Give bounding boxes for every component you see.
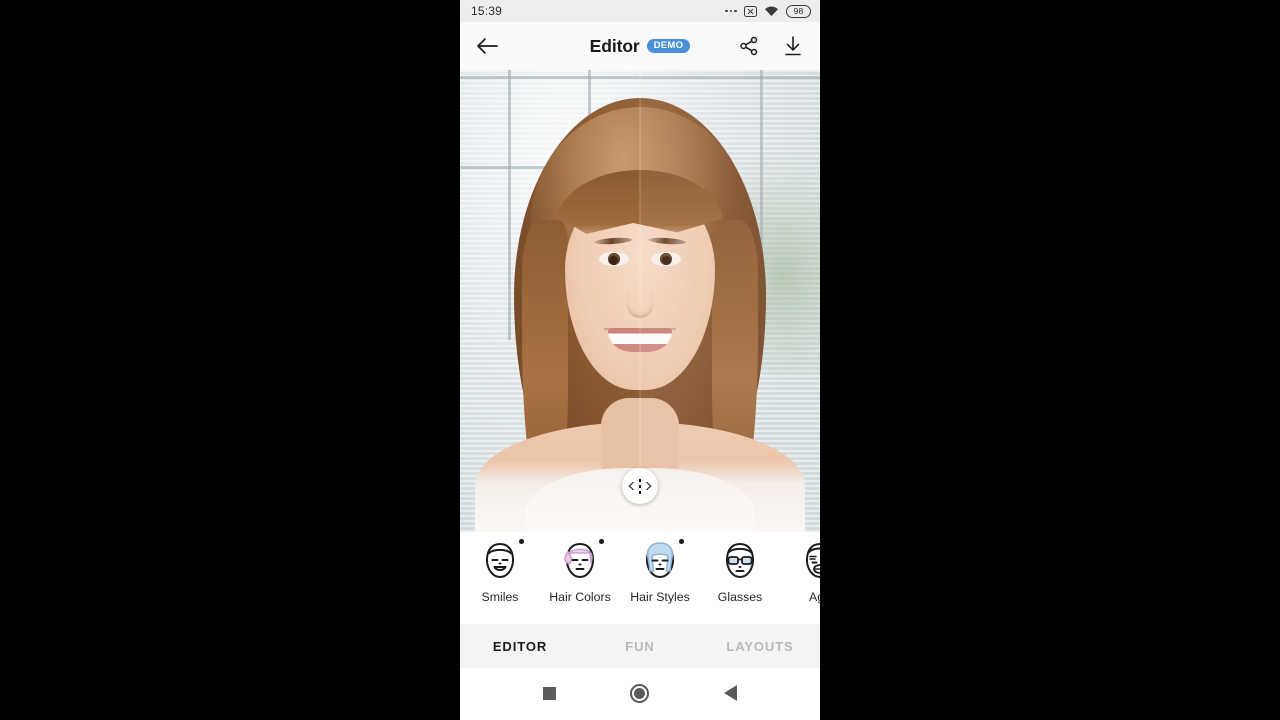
phone-viewport: 15:39 98 Editor DEMO Smiles Hair Colors …: [460, 0, 820, 720]
tool-strip[interactable]: Smiles Hair Colors Hair Styles Glasses A: [460, 532, 820, 624]
screen-root: 15:39 98 Editor DEMO Smiles Hair Colors …: [0, 0, 1280, 720]
x-box-icon: [744, 5, 757, 17]
download-icon[interactable]: [780, 33, 806, 59]
tool-label: Hair Colors: [549, 590, 611, 604]
tool-label: Age: [809, 590, 820, 604]
face-glasses-icon: [717, 538, 763, 584]
face-hair-style-icon: [637, 538, 684, 584]
before-after-compare-handle[interactable]: [622, 468, 658, 504]
face-hair-color-icon: [557, 538, 604, 584]
tool-badge-dot: [599, 539, 604, 544]
tab-layouts[interactable]: LAYOUTS: [700, 639, 820, 654]
status-bar-time: 15:39: [471, 4, 503, 18]
face-smile-icon: [477, 538, 524, 584]
tab-fun[interactable]: FUN: [580, 639, 700, 654]
triangle-back-icon[interactable]: [723, 685, 737, 701]
back-arrow-icon[interactable]: [474, 33, 500, 59]
app-bar-title-text: Editor: [589, 35, 640, 56]
chevron-left-icon: [628, 481, 638, 491]
tool-badge-dot: [679, 539, 684, 544]
wifi-icon: [764, 5, 779, 17]
before-after-seam: [639, 70, 641, 532]
bottom-tab-bar[interactable]: EDITOR FUN LAYOUTS: [460, 624, 820, 668]
status-bar: 15:39 98: [460, 0, 820, 22]
tool-item-hair-styles[interactable]: Hair Styles: [620, 538, 700, 604]
app-bar: Editor DEMO: [460, 22, 820, 70]
face-age-icon: [797, 538, 820, 584]
android-nav-bar[interactable]: [460, 668, 820, 718]
tool-label: Smiles: [481, 590, 519, 604]
tab-editor[interactable]: EDITOR: [460, 639, 580, 654]
tool-item-hair-colors[interactable]: Hair Colors: [540, 538, 620, 604]
after-side-overlay: [640, 70, 820, 532]
share-icon[interactable]: [736, 33, 762, 59]
tool-label: Hair Styles: [630, 590, 690, 604]
tool-item-age[interactable]: Age: [780, 538, 820, 604]
compare-divider-dash: [639, 478, 641, 494]
pupil-left: [609, 256, 618, 265]
tool-item-smiles[interactable]: Smiles: [460, 538, 540, 604]
tool-item-glasses[interactable]: Glasses: [700, 538, 780, 604]
status-bar-icons: 98: [725, 4, 811, 18]
chevron-right-icon: [642, 481, 652, 491]
app-bar-actions: [736, 33, 806, 59]
battery-icon: 98: [786, 4, 811, 18]
demo-badge: DEMO: [646, 38, 691, 54]
circle-home-icon[interactable]: [630, 683, 650, 703]
tool-badge-dot: [519, 539, 524, 544]
more-dots-icon: [725, 9, 737, 13]
square-recents-icon[interactable]: [543, 686, 557, 700]
tool-label: Glasses: [717, 590, 763, 604]
photo-canvas[interactable]: [460, 70, 820, 532]
